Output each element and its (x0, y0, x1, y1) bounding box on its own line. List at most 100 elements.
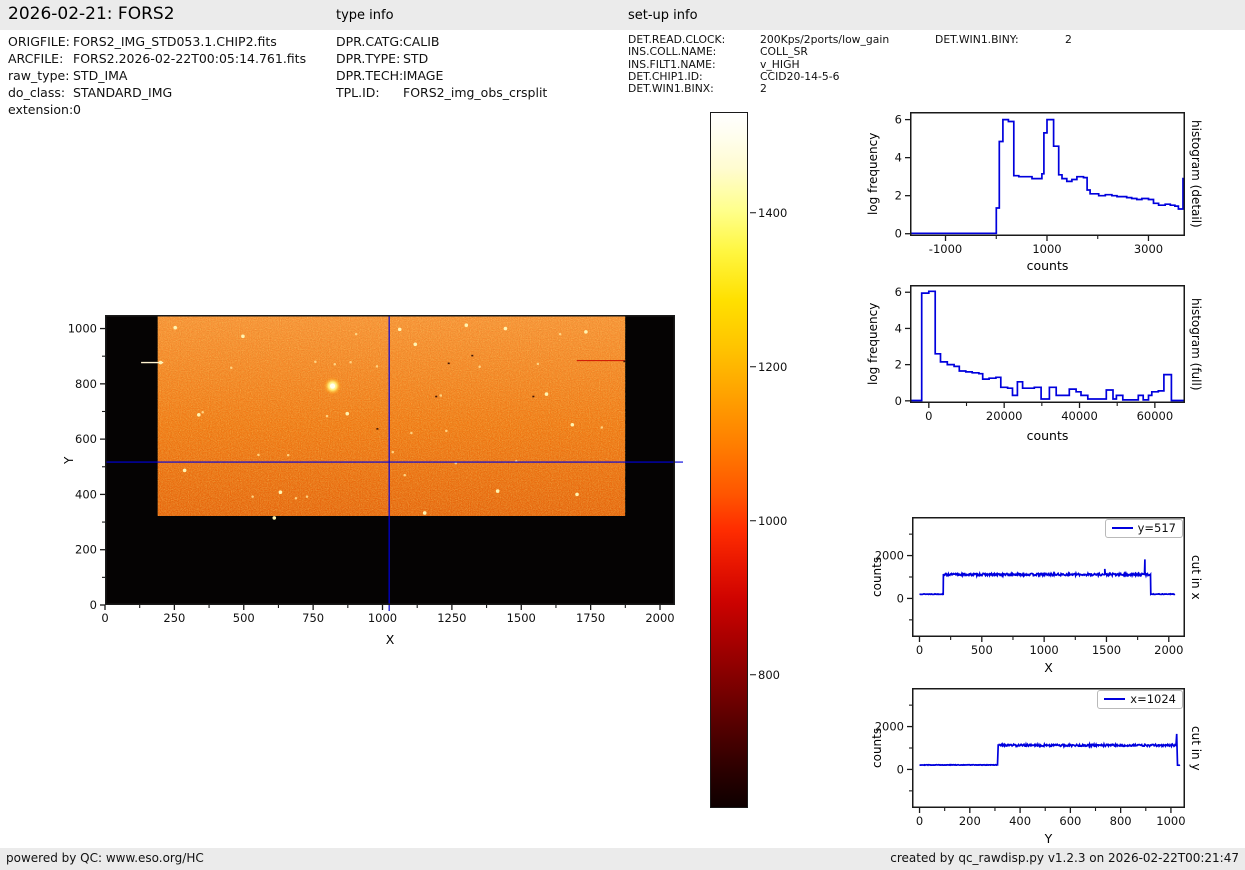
file-info-row: do_class: STANDARD_IMG (8, 84, 306, 101)
x-tick-label: 3000 (1134, 242, 1163, 256)
colorbar-tick-mark (750, 212, 756, 214)
legend-line-sample (1104, 698, 1126, 700)
setup-info-title: set-up info (628, 8, 698, 23)
colorbar-tick-label: 1200 (758, 359, 788, 374)
colorbar-tick-label: 1000 (758, 513, 788, 528)
colorbar-ticks: 1400 1200 1000 800 (710, 112, 787, 808)
x-tick-label: 1500 (1092, 643, 1121, 657)
main-image-plot: 0 250 500 750 1000 1250 1500 1750 2000 0 200 400 600… (68, 315, 683, 625)
cut-x-legend: y=517 (1104, 519, 1183, 538)
colorbar-tick-mark (750, 366, 756, 368)
file-info-row: ORIGFILE: FORS2_IMG_STD053.1.CHIP2.fits (8, 33, 306, 50)
histogram-detail-plot: -1000 1000 3000 0 2 4 6 (895, 112, 1185, 256)
main-canvas: 0 250 500 750 1000 1250 1500 1750 2000 0 200 400 600… (68, 315, 683, 625)
y-tick-label: 0 (895, 394, 902, 408)
hist-full-ylabel: log frequency (866, 302, 880, 386)
y-tick-label: 800 (75, 377, 97, 391)
field-value: CALIB (403, 34, 440, 49)
hist-full-right-label: histogram (full) (1189, 297, 1203, 391)
x-tick-label: 200 (959, 814, 981, 828)
hist_detail-canvas: -1000 1000 3000 0 2 4 6 (895, 112, 1185, 256)
x-tick-label: 1250 (437, 611, 466, 625)
hist-detail-right-label: histogram (detail) (1189, 120, 1203, 228)
setup-info-row: INS.COLL.NAME: COLL_SR (628, 45, 889, 59)
colorbar-tick-label: 1400 (758, 205, 788, 220)
y-tick-label: 6 (895, 113, 902, 127)
cut-in-y-plot: x=1024 0 200 400 600 800 1000 0 2000 (875, 688, 1186, 828)
setup-info-block: DET.READ.CLOCK: 200Kps/2ports/low_gain I… (628, 33, 889, 96)
x-tick-label: 1000 (1156, 814, 1185, 828)
x-tick-label: 750 (302, 611, 324, 625)
y-tick-label: 4 (895, 321, 902, 335)
x-tick-label: 2000 (645, 611, 674, 625)
type-info-row: DPR.CATG: CALIB (336, 33, 547, 50)
y-tick-label: 0 (897, 591, 904, 605)
field-label: ARCFILE: (8, 51, 64, 66)
y-tick-label: 0 (895, 227, 902, 241)
x-tick-label: 1000 (368, 611, 397, 625)
cut-in-x-plot: y=517 0 500 1000 1500 2000 0 2000 (875, 517, 1185, 657)
y-tick-label: 600 (75, 432, 97, 446)
setup-info-row: DET.WIN1.BINX: 2 (628, 82, 889, 96)
main-plot-xlabel: X (385, 632, 395, 647)
field-label: DET.WIN1.BINX: (628, 82, 714, 96)
cut-x-ylabel: counts (870, 556, 884, 598)
x-tick-label: -1000 (929, 242, 962, 256)
y-tick-label: 2000 (875, 549, 904, 563)
colorbar-tick-mark (750, 674, 756, 676)
type-info-block: DPR.CATG: CALIB DPR.TYPE: STD DPR.TECH: … (336, 33, 547, 101)
y-tick-label: 6 (895, 285, 902, 299)
field-value: FORS2.2026-02-22T00:05:14.761.fits (73, 51, 307, 66)
setup-info-block-right: DET.WIN1.BINY: 2 (935, 33, 1072, 46)
field-label: DET.WIN1.BINY: (935, 33, 1019, 46)
field-value: FORS2_IMG_STD053.1.CHIP2.fits (73, 34, 277, 49)
x-tick-label: 0 (916, 814, 923, 828)
y-tick-label: 0 (897, 762, 904, 776)
colorbar-tick-mark (750, 520, 756, 522)
field-label: TPL.ID: (336, 85, 380, 100)
x-tick-label: 600 (1059, 814, 1081, 828)
field-label: DPR.TYPE: (336, 51, 401, 66)
y-tick-label: 2 (895, 358, 902, 372)
x-tick-label: 1750 (576, 611, 605, 625)
legend-line-sample (1111, 527, 1133, 529)
field-label: ORIGFILE: (8, 34, 70, 49)
qc-report-page: 2026-02-21: FORS2 type info set-up info … (0, 0, 1245, 870)
field-label: DPR.CATG: (336, 34, 404, 49)
field-label: do_class: (8, 85, 66, 100)
cut-x-right-label: cut in x (1189, 554, 1203, 600)
cut-y-right-label: cut in y (1189, 725, 1203, 771)
field-value: FORS2_img_obs_crsplit (403, 85, 548, 100)
field-value: 0 (73, 102, 81, 117)
hist_full-canvas: 0 20000 40000 60000 0 2 4 6 (895, 285, 1185, 423)
histogram-full-plot: 0 20000 40000 60000 0 2 4 6 (895, 285, 1185, 423)
field-label: raw_type: (8, 68, 70, 83)
x-tick-label: 1500 (507, 611, 536, 625)
type-info-row: DPR.TYPE: STD (336, 50, 547, 67)
x-tick-label: 0 (101, 611, 108, 625)
x-tick-label: 1000 (1032, 242, 1061, 256)
legend-label: y=517 (1137, 521, 1176, 535)
field-value: COLL_SR (760, 45, 808, 59)
cut-y-xlabel: Y (1044, 831, 1053, 846)
footer-left-text: powered by QC: www.eso.org/HC (6, 851, 204, 865)
hist-full-xlabel: counts (1026, 428, 1069, 443)
field-label: DPR.TECH: (336, 68, 404, 83)
y-tick-label: 2 (895, 189, 902, 203)
colorbar: 1400 1200 1000 800 (710, 112, 787, 808)
field-label: INS.COLL.NAME: (628, 45, 717, 59)
x-tick-label: 60000 (1137, 409, 1174, 423)
hist-detail-ylabel: log frequency (866, 132, 880, 216)
x-tick-label: 2000 (1154, 643, 1183, 657)
y-tick-label: 400 (75, 487, 97, 501)
y-tick-label: 4 (895, 151, 902, 165)
y-tick-label: 1000 (68, 322, 97, 336)
y-tick-label: 0 (90, 598, 97, 612)
x-tick-label: 250 (163, 611, 185, 625)
x-tick-label: 800 (1110, 814, 1132, 828)
field-value: IMAGE (403, 68, 444, 83)
x-tick-label: 40000 (1061, 409, 1098, 423)
type-info-row: TPL.ID: FORS2_img_obs_crsplit (336, 84, 547, 101)
main-plot-ylabel: Y (62, 456, 76, 464)
cut-y-ylabel: counts (870, 727, 884, 769)
